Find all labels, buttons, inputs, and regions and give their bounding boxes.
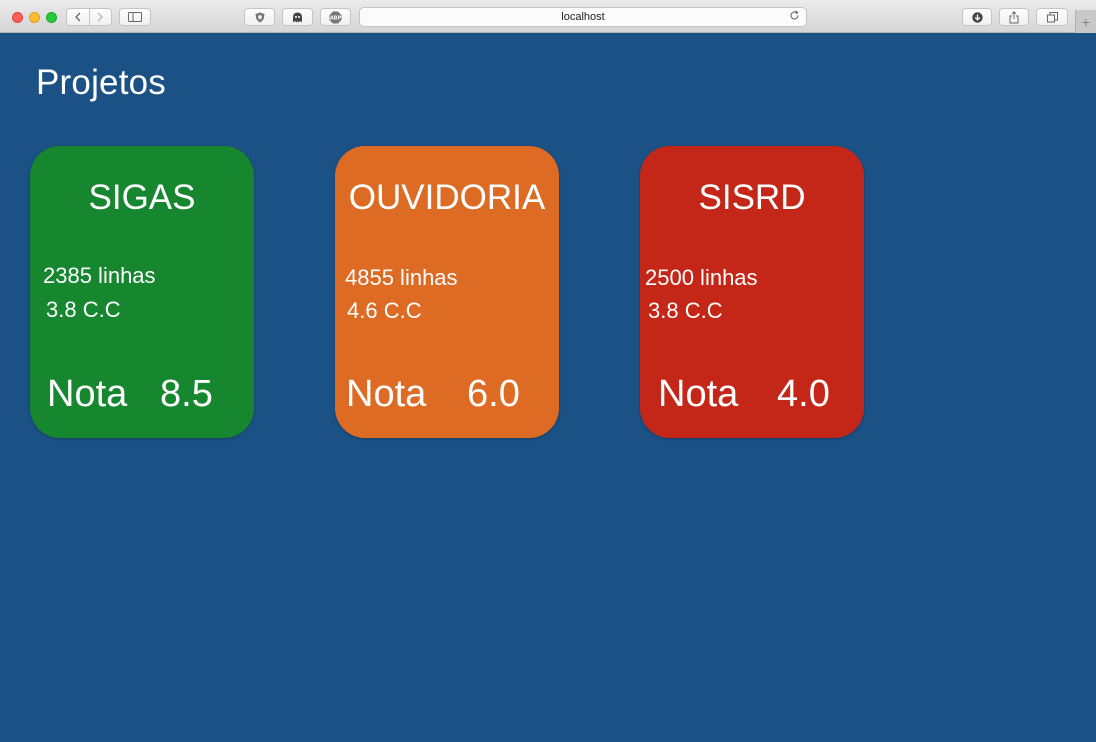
address-url: localhost <box>561 11 605 23</box>
project-complexity: 4.6 C.C <box>347 298 422 323</box>
project-lines: 2500 linhas <box>645 265 758 290</box>
reload-icon[interactable] <box>789 10 800 21</box>
chevron-right-icon <box>97 12 104 22</box>
adblock-extension-button[interactable]: ABP <box>320 8 351 26</box>
forward-button[interactable] <box>88 9 112 25</box>
downloads-button[interactable] <box>962 8 992 26</box>
download-icon <box>971 11 983 23</box>
grade-label: Nota <box>658 373 739 415</box>
project-complexity: 3.8 C.C <box>648 298 723 323</box>
browser-toolbar: ABP localhost + <box>0 0 1096 33</box>
project-complexity: 3.8 C.C <box>46 297 121 322</box>
project-lines: 4855 linhas <box>345 265 458 290</box>
share-icon <box>1009 10 1019 23</box>
navigation-buttons <box>66 8 112 26</box>
chevron-left-icon <box>74 12 81 22</box>
back-button[interactable] <box>67 9 89 25</box>
grade-label: Nota <box>47 373 128 415</box>
address-bar[interactable]: localhost <box>359 7 807 27</box>
ghostery-extension-button[interactable] <box>282 8 313 26</box>
sidebar-button[interactable] <box>119 8 151 26</box>
project-lines: 2385 linhas <box>43 263 156 288</box>
project-name: SISRD <box>698 178 806 217</box>
shield-icon <box>255 12 264 22</box>
share-button[interactable] <box>999 8 1029 26</box>
tabs-icon <box>1046 11 1058 22</box>
close-window-button[interactable] <box>12 12 23 23</box>
tab-overview-button[interactable] <box>1036 8 1068 26</box>
new-tab-button[interactable]: + <box>1075 10 1096 33</box>
shield-extension-button[interactable] <box>244 8 275 26</box>
adblock-icon: ABP <box>329 11 342 23</box>
svg-text:ABP: ABP <box>330 15 342 21</box>
plus-icon: + <box>1081 13 1091 30</box>
project-name: OUVIDORIA <box>348 178 546 217</box>
ghost-icon <box>293 12 302 22</box>
grade-value: 8.5 <box>160 373 213 415</box>
grade-label: Nota <box>346 373 427 415</box>
page-title: Projetos <box>36 63 166 102</box>
sidebar-icon <box>128 12 142 22</box>
minimize-window-button[interactable] <box>29 12 40 23</box>
zoom-window-button[interactable] <box>46 12 57 23</box>
grade-value: 6.0 <box>467 373 520 415</box>
project-name: SIGAS <box>88 178 196 217</box>
grade-value: 4.0 <box>777 373 830 415</box>
